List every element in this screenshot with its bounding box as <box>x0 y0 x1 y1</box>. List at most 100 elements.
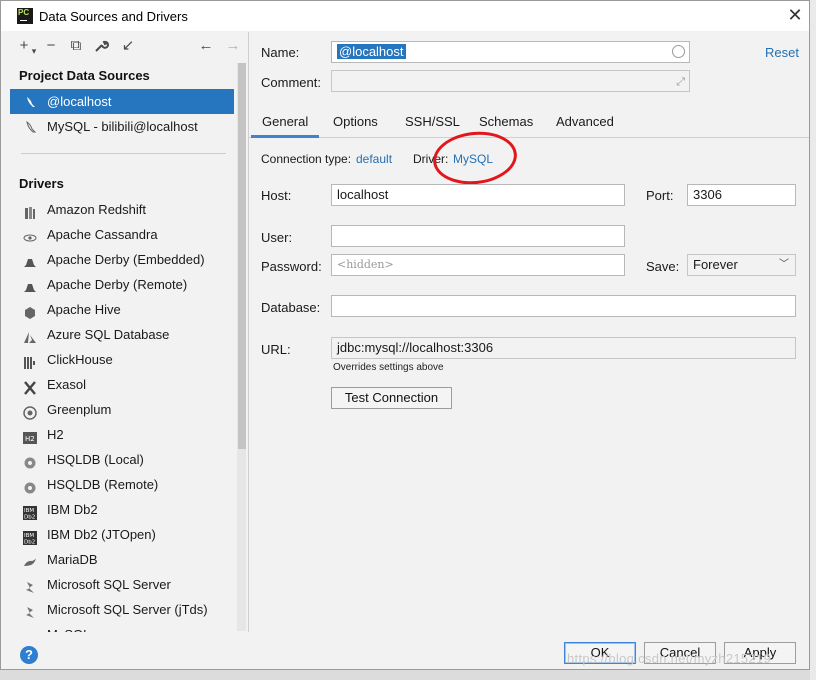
datasource-label: MySQL - bilibili@localhost <box>47 119 198 134</box>
driver-item-clipped[interactable]: MySQL <box>9 622 237 632</box>
greenplum-icon <box>23 403 37 420</box>
app-icon-text: PC <box>18 8 30 17</box>
cassandra-eye-icon <box>23 228 37 242</box>
name-field[interactable]: @localhost <box>331 41 690 63</box>
forward-arrow-icon[interactable]: → <box>224 37 242 55</box>
derby-hat-icon <box>23 278 37 292</box>
driver-label: Greenplum <box>47 402 112 417</box>
ibm-db2-icon: IBM Db2 <box>23 503 37 521</box>
port-label: Port: <box>646 188 674 203</box>
comment-field[interactable]: ⤢ <box>331 70 690 92</box>
datasource-item-mysql-bilibili[interactable]: MySQL - bilibili@localhost <box>10 114 234 139</box>
tab-options[interactable]: Options <box>333 114 378 129</box>
driver-label: Microsoft SQL Server <box>47 577 171 592</box>
connection-type-link[interactable]: default <box>356 152 392 166</box>
tab-general[interactable]: General <box>262 114 308 129</box>
user-field[interactable] <box>331 225 625 247</box>
chevron-down-icon: ﹀ <box>779 259 789 270</box>
mariadb-seal-icon <box>23 553 37 566</box>
copy-icon[interactable]: ⧉ <box>67 37 85 55</box>
section-divider <box>21 153 226 154</box>
svg-text:IBM: IBM <box>24 508 34 514</box>
reset-link[interactable]: Reset <box>765 45 799 60</box>
database-label: Database: <box>261 300 321 315</box>
driver-label: Apache Hive <box>47 302 121 317</box>
driver-label: Exasol <box>47 377 87 392</box>
driver-label: HSQLDB (Remote) <box>47 477 159 492</box>
driver-label: IBM Db2 <box>47 502 98 517</box>
host-label: Host: <box>261 188 292 203</box>
svg-text:H2: H2 <box>25 435 35 443</box>
url-override-note: Overrides settings above <box>333 362 444 373</box>
tabs-divider <box>249 137 809 138</box>
pycharm-app-icon: PC <box>17 8 33 24</box>
exasol-x-icon <box>23 378 37 395</box>
comment-label: Comment: <box>261 75 321 90</box>
host-field[interactable]: localhost <box>331 184 625 206</box>
driver-label: Apache Derby (Embedded) <box>47 252 205 267</box>
port-field[interactable]: 3306 <box>687 184 796 206</box>
mysql-dolphin-icon <box>23 628 37 632</box>
driver-label: H2 <box>47 427 64 442</box>
help-icon[interactable]: ? <box>20 646 38 664</box>
user-label: User: <box>261 230 293 245</box>
database-field[interactable] <box>331 295 796 317</box>
import-icon[interactable]: ↙ <box>119 37 137 55</box>
close-icon[interactable]: ✕ <box>785 5 805 25</box>
url-label: URL: <box>261 342 291 357</box>
test-connection-button[interactable]: Test Connection <box>331 387 452 409</box>
driver-label: Amazon Redshift <box>47 202 146 217</box>
svg-text:Db2: Db2 <box>24 515 35 521</box>
window-title: Data Sources and Drivers <box>39 9 188 24</box>
hsqldb-icon <box>23 478 37 494</box>
clickhouse-bars-icon <box>23 353 37 369</box>
background-strip <box>810 0 816 680</box>
tab-schemas[interactable]: Schemas <box>479 114 533 129</box>
sqlserver-icon <box>23 578 37 593</box>
add-dropdown-icon[interactable]: ▾ <box>29 42 39 60</box>
active-tab-underline <box>251 135 319 138</box>
svg-text:Db2: Db2 <box>24 540 35 546</box>
driver-label: Apache Cassandra <box>47 227 158 242</box>
svg-text:IBM: IBM <box>24 533 34 539</box>
hsqldb-icon <box>23 453 37 469</box>
driver-label: Microsoft SQL Server (jTds) <box>47 602 208 617</box>
back-arrow-icon[interactable]: ← <box>197 37 215 55</box>
tab-ssh-ssl[interactable]: SSH/SSL <box>405 114 460 129</box>
datasource-label: @localhost <box>47 94 112 109</box>
password-field[interactable]: <hidden> <box>331 254 625 276</box>
tab-advanced[interactable]: Advanced <box>556 114 614 129</box>
remove-icon[interactable]: − <box>42 37 60 55</box>
wrench-icon[interactable] <box>93 37 111 55</box>
expand-icon[interactable]: ⤢ <box>676 72 685 92</box>
driver-label: HSQLDB (Local) <box>47 452 144 467</box>
derby-hat-icon <box>23 253 37 267</box>
connection-type-label: Connection type: <box>261 152 352 166</box>
password-label: Password: <box>261 259 322 274</box>
mysql-dolphin-icon <box>24 114 38 143</box>
sqlserver-icon <box>23 603 37 618</box>
dialog-window: PC Data Sources and Drivers ✕ + ▾ − ⧉ ↙ … <box>0 0 810 670</box>
color-picker-icon[interactable] <box>672 45 685 58</box>
datasource-item-localhost[interactable]: @localhost <box>10 89 234 114</box>
project-sources-heading: Project Data Sources <box>19 68 150 83</box>
azure-icon <box>23 328 37 343</box>
scrollbar-thumb[interactable] <box>238 63 246 449</box>
watermark-text: https://blog.csdn.net/myzh215219 <box>567 651 772 666</box>
save-value: Forever <box>693 257 738 272</box>
driver-label: Apache Derby (Remote) <box>47 277 188 292</box>
driver-label: IBM Db2 (JTOpen) <box>47 527 156 542</box>
h2-icon: H2 <box>23 428 37 444</box>
hive-icon <box>23 303 37 319</box>
name-label: Name: <box>261 45 300 60</box>
driver-label: ClickHouse <box>47 352 113 367</box>
driver-label: Azure SQL Database <box>47 327 170 342</box>
background-strip <box>0 670 816 680</box>
save-dropdown[interactable]: Forever ﹀ <box>687 254 796 276</box>
drivers-heading: Drivers <box>19 176 64 191</box>
name-value: @localhost <box>337 44 406 59</box>
url-field[interactable]: jdbc:mysql://localhost:3306 <box>331 337 796 359</box>
redshift-icon <box>23 203 37 219</box>
driver-label: MariaDB <box>47 552 98 567</box>
save-label: Save: <box>646 259 680 274</box>
